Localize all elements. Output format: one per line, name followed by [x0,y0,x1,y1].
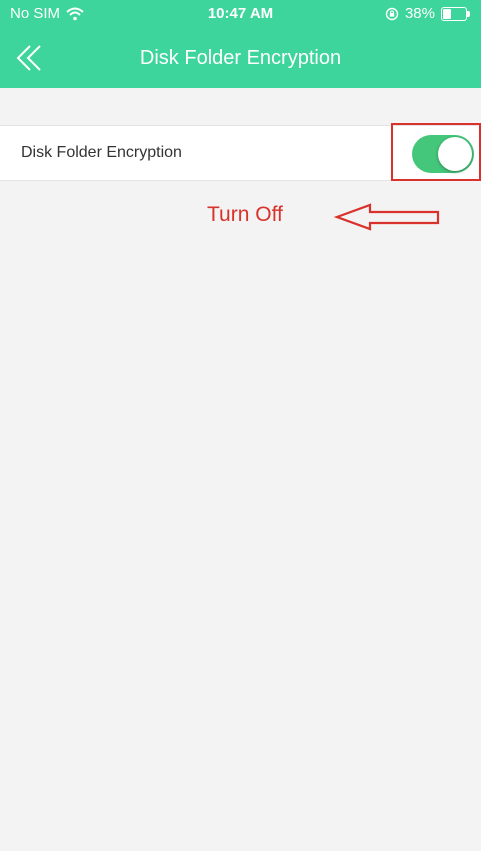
setting-label: Disk Folder Encryption [21,144,182,161]
nav-bar: Disk Folder Encryption [0,28,481,88]
annotation-text: Turn Off [207,203,283,226]
battery-percent: 38% [404,5,435,22]
highlight-box [391,123,481,181]
arrow-left-icon [334,203,440,231]
orientation-lock-icon [385,7,399,21]
page-title: Disk Folder Encryption [139,47,342,69]
battery-icon [441,6,471,21]
app-screen: No SIM 10:47 AM 38% Disk Folder Encrypti… [0,0,481,851]
header: No SIM 10:47 AM 38% Disk Folder Encrypti… [0,0,481,88]
status-bar: No SIM 10:47 AM 38% [0,0,481,28]
status-right: 38% [385,5,471,22]
